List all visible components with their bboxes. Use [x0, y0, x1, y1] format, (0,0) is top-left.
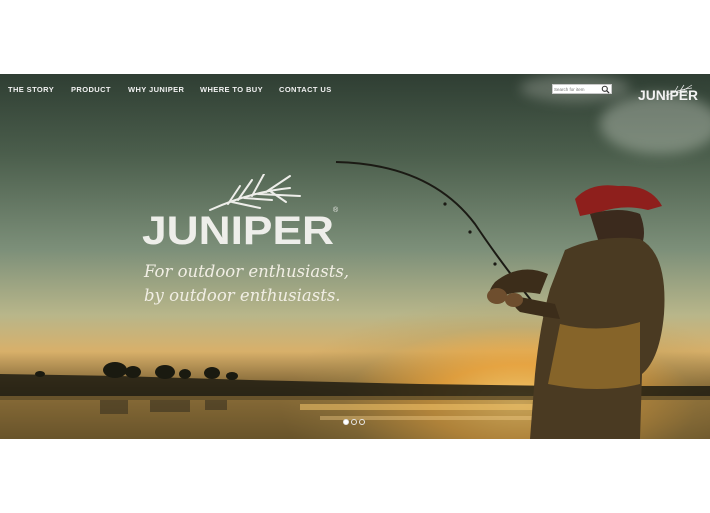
carousel-dot-3[interactable]	[359, 419, 365, 425]
search-icon[interactable]	[601, 85, 610, 94]
nav-where-to-buy[interactable]: WHERE TO BUY	[200, 85, 263, 94]
carousel-dot-1[interactable]	[343, 419, 349, 425]
search-input[interactable]	[554, 85, 600, 93]
nav-contact-us[interactable]: CONTACT US	[279, 85, 332, 94]
registered-mark: ®	[333, 206, 339, 214]
hero-tagline: For outdoor enthusiasts, by outdoor enth…	[144, 260, 349, 308]
small-logo-wordmark: JUNIPER	[638, 87, 698, 102]
carousel-dot-2[interactable]	[351, 419, 357, 425]
hero-scenery	[0, 161, 710, 439]
nav-product[interactable]: PRODUCT	[71, 85, 111, 94]
carousel-indicators	[343, 419, 369, 427]
juniper-logo-large: JUNIPER ®	[142, 174, 339, 253]
top-navigation: THE STORY PRODUCT WHY JUNIPER WHERE TO B…	[0, 74, 710, 104]
search-box	[552, 84, 612, 94]
juniper-branch-icon	[209, 174, 301, 211]
nav-the-story[interactable]: THE STORY	[8, 85, 54, 94]
nav-why-juniper[interactable]: WHY JUNIPER	[128, 85, 184, 94]
juniper-logo-small[interactable]: JUNIPER	[638, 84, 700, 102]
tagline-line-2: by outdoor enthusiasts.	[144, 286, 341, 305]
water-glint	[300, 404, 560, 410]
hero-logo-wordmark: JUNIPER	[142, 209, 334, 253]
tagline-line-1: For outdoor enthusiasts,	[144, 262, 350, 281]
hero-banner: THE STORY PRODUCT WHY JUNIPER WHERE TO B…	[0, 74, 710, 439]
